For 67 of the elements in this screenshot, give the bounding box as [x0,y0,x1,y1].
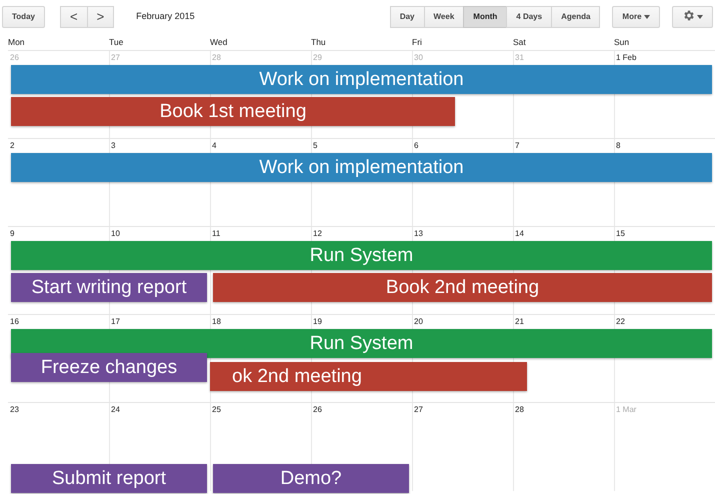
day-number: 8 [615,140,620,152]
day-number: 31 [514,52,524,64]
day-number: 11 [211,228,220,240]
day-number: 28 [211,52,221,64]
weekday-label: Wed [210,36,228,49]
day-number: 22 [615,316,625,328]
day-number: 1 Feb [615,52,636,64]
day-number: 26 [9,52,19,64]
settings-icon [682,9,695,22]
event-bar[interactable]: Run System [11,241,712,270]
day-number: 17 [110,316,120,328]
weekday-label: Mon [8,36,25,49]
event-bar[interactable]: Start writing report [11,273,207,302]
weekday-label: Sun [614,36,630,49]
day-number: 1 Mar [615,404,636,416]
event-bar[interactable]: Demo? [213,464,409,493]
weekday-label: Fri [412,36,422,49]
day-number: 27 [413,404,423,416]
day-number: 2 [9,140,14,152]
previous-button[interactable]: < [60,6,88,28]
day-number: 7 [514,140,520,152]
event-bar[interactable]: Book 1st meeting [11,97,455,126]
day-number: 18 [211,316,221,328]
day-number: 3 [110,140,116,152]
day-number: 20 [413,316,423,328]
day-number: 15 [615,228,625,240]
day-number: 16 [9,316,19,328]
day-number: 29 [312,52,322,64]
event-bar[interactable]: ok 2nd meeting [210,362,527,391]
day-number: 12 [312,228,322,240]
day-number: 5 [312,140,318,152]
day-number: 25 [211,404,221,416]
day-number: 4 [211,140,216,152]
day-number: 23 [9,404,19,416]
event-bar[interactable]: Work on implementation [11,65,712,94]
day-number: 14 [514,228,524,240]
settings-button[interactable] [672,6,713,28]
weekday-label: Sat [513,36,526,49]
event-bar[interactable]: Run System [11,329,712,358]
day-number: 19 [312,316,322,328]
today-button[interactable]: Today [2,6,45,28]
caret-icon [697,14,703,19]
event-bar[interactable]: Freeze changes [11,353,207,382]
caret-icon [644,14,650,19]
event-bar[interactable]: Submit report [11,464,207,493]
day-number: 21 [514,316,524,328]
day-number: 28 [514,404,524,416]
view-tab[interactable]: 4 Days [506,6,552,28]
day-number: 30 [413,52,423,64]
day-number: 9 [9,228,14,240]
day-number: 10 [110,228,120,240]
day-number: 6 [413,140,418,152]
day-number: 26 [312,404,322,416]
weekday-label: Thu [311,36,326,49]
view-tab[interactable]: Agenda [551,6,600,28]
view-tab[interactable]: Week [424,6,464,28]
view-tab[interactable]: Day [390,6,425,28]
next-button[interactable]: > [86,6,114,28]
day-number: 24 [110,404,120,416]
event-bar[interactable]: Book 2nd meeting [213,273,712,302]
weekday-label: Tue [109,36,124,49]
more-button[interactable]: More [612,6,660,28]
view-tab[interactable]: Month [463,6,508,28]
day-number: 13 [413,228,423,240]
month-title: February 2015 [136,10,195,24]
event-bar[interactable]: Work on implementation [11,153,712,182]
day-number: 27 [110,52,120,64]
